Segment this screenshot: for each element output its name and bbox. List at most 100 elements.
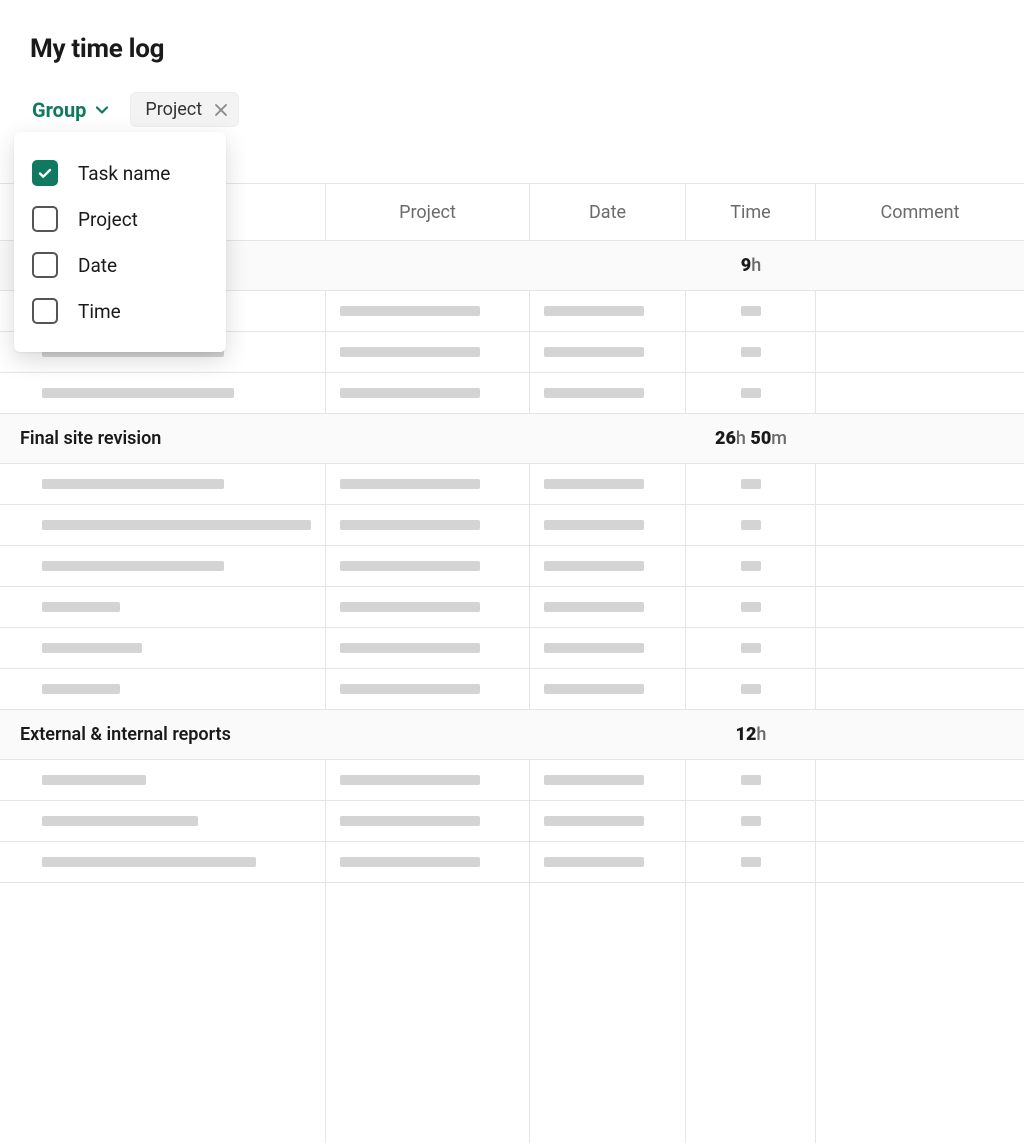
table-row[interactable] <box>0 628 1024 669</box>
cell-comment <box>816 505 1024 545</box>
dropdown-option-label: Time <box>78 300 121 323</box>
cell-time <box>686 587 816 627</box>
cell-task <box>0 669 326 709</box>
dropdown-option-time[interactable]: Time <box>14 288 226 334</box>
table-row[interactable] <box>0 464 1024 505</box>
table-row[interactable] <box>0 546 1024 587</box>
dropdown-option-date[interactable]: Date <box>14 242 226 288</box>
cell-date <box>530 505 686 545</box>
cell-time <box>686 801 816 841</box>
cell-project <box>326 760 530 800</box>
group-button[interactable]: Group <box>26 94 116 126</box>
checkbox-icon <box>32 206 58 232</box>
filter-chip-project[interactable]: Project <box>130 92 239 127</box>
cell-date <box>530 760 686 800</box>
cell-date <box>530 464 686 504</box>
cell-time <box>686 291 816 331</box>
cell-project <box>326 332 530 372</box>
cell-comment <box>816 628 1024 668</box>
group-time: 26h 50m <box>686 428 816 449</box>
chip-label: Project <box>145 99 202 120</box>
cell-time <box>686 464 816 504</box>
dropdown-option-label: Date <box>78 254 117 277</box>
cell-comment <box>816 464 1024 504</box>
cell-time <box>686 505 816 545</box>
cell-date <box>530 291 686 331</box>
cell-task <box>0 546 326 586</box>
dropdown-option-project[interactable]: Project <box>14 196 226 242</box>
cell-comment <box>816 801 1024 841</box>
cell-project <box>326 628 530 668</box>
cell-time <box>686 669 816 709</box>
cell-comment <box>816 373 1024 413</box>
table-row[interactable] <box>0 669 1024 710</box>
cell-date <box>530 669 686 709</box>
checkbox-icon <box>32 252 58 278</box>
table-row[interactable] <box>0 801 1024 842</box>
close-icon[interactable] <box>214 103 228 117</box>
col-header-comment[interactable]: Comment <box>816 184 1024 240</box>
cell-task <box>0 842 326 882</box>
group-time: 12h <box>686 724 816 745</box>
cell-project <box>326 587 530 627</box>
group-name: External & internal reports <box>0 724 686 745</box>
cell-time <box>686 546 816 586</box>
dropdown-option-label: Project <box>78 208 138 231</box>
page-title: My time log <box>0 34 1024 64</box>
cell-date <box>530 587 686 627</box>
cell-project <box>326 546 530 586</box>
cell-task <box>0 760 326 800</box>
cell-task <box>0 628 326 668</box>
cell-project <box>326 291 530 331</box>
cell-task <box>0 373 326 413</box>
cell-task <box>0 587 326 627</box>
col-header-time[interactable]: Time <box>686 184 816 240</box>
empty-rows <box>0 883 1024 1143</box>
cell-comment <box>816 546 1024 586</box>
cell-project <box>326 464 530 504</box>
chevron-down-icon <box>94 102 110 118</box>
cell-comment <box>816 760 1024 800</box>
group-header[interactable]: External & internal reports 12h <box>0 710 1024 760</box>
cell-time <box>686 628 816 668</box>
dropdown-option-task-name[interactable]: Task name <box>14 150 226 196</box>
cell-date <box>530 801 686 841</box>
checkbox-icon <box>32 160 58 186</box>
cell-time <box>686 760 816 800</box>
cell-task <box>0 464 326 504</box>
toolbar: Group Project Task name Project <box>0 92 1024 127</box>
dropdown-option-label: Task name <box>78 162 170 185</box>
group-time: 9h <box>686 255 816 276</box>
col-header-date[interactable]: Date <box>530 184 686 240</box>
cell-project <box>326 842 530 882</box>
checkbox-icon <box>32 298 58 324</box>
cell-task <box>0 505 326 545</box>
cell-time <box>686 332 816 372</box>
cell-project <box>326 373 530 413</box>
cell-comment <box>816 669 1024 709</box>
cell-project <box>326 801 530 841</box>
table-row[interactable] <box>0 760 1024 801</box>
col-header-project[interactable]: Project <box>326 184 530 240</box>
cell-time <box>686 373 816 413</box>
cell-task <box>0 801 326 841</box>
cell-comment <box>816 332 1024 372</box>
cell-time <box>686 842 816 882</box>
group-label: Group <box>32 98 86 122</box>
cell-date <box>530 373 686 413</box>
cell-comment <box>816 842 1024 882</box>
table-row[interactable] <box>0 505 1024 546</box>
group-header[interactable]: Final site revision 26h 50m <box>0 414 1024 464</box>
table-row[interactable] <box>0 842 1024 883</box>
group-dropdown: Task name Project Date Time <box>14 132 226 352</box>
group-name: Final site revision <box>0 428 686 449</box>
cell-date <box>530 546 686 586</box>
cell-date <box>530 628 686 668</box>
cell-project <box>326 669 530 709</box>
cell-comment <box>816 291 1024 331</box>
cell-date <box>530 842 686 882</box>
cell-date <box>530 332 686 372</box>
cell-project <box>326 505 530 545</box>
table-row[interactable] <box>0 587 1024 628</box>
table-row[interactable] <box>0 373 1024 414</box>
